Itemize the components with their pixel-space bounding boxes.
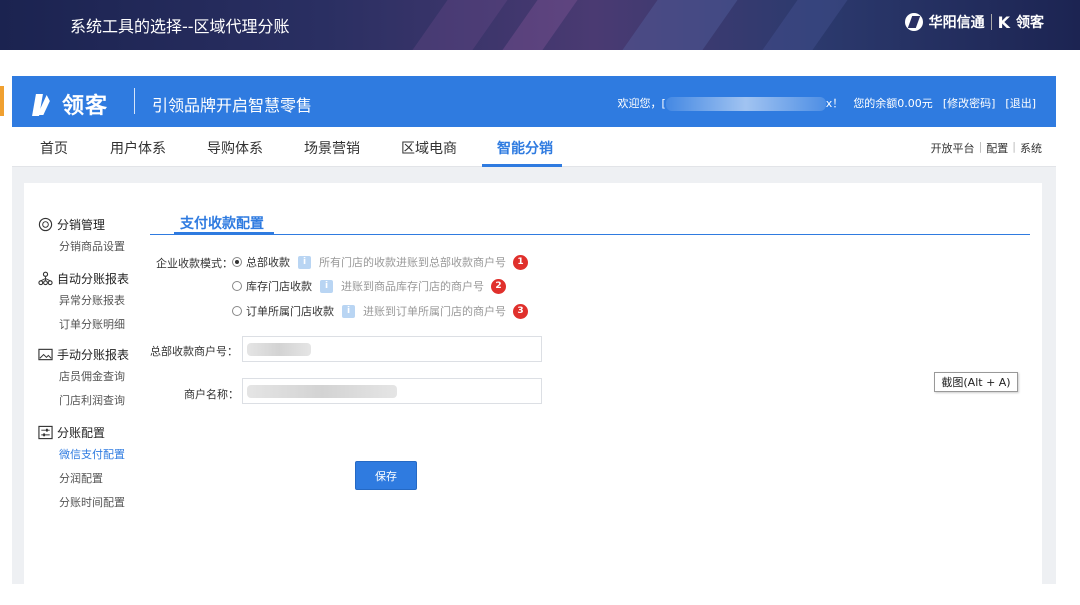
- option-inventory-store-collection[interactable]: 库存门店收款 i 进账到商品库存门店的商户号 2: [232, 278, 506, 294]
- redacted-value: [247, 385, 397, 398]
- user-area: 欢迎您，[ x！ 您的余额0.00元 [修改密码] [退出]: [617, 95, 1036, 111]
- tab-payment-config[interactable]: 支付收款配置: [180, 213, 264, 233]
- system-link[interactable]: 系统: [1020, 140, 1042, 156]
- sidebar-group-label: 手动分账报表: [57, 347, 130, 362]
- slide-banner: 系统工具的选择--区域代理分账 华阳信通 K 领客: [0, 0, 1080, 50]
- sidebar-group-auto-report[interactable]: 自动分账报表: [38, 267, 148, 289]
- banner-decoration: [748, 0, 862, 50]
- content-card: 分销管理 分销商品设置 自动分账报表 异常分账报表 订单分账明细 手动分账报表 …: [24, 183, 1042, 584]
- sidebar-item-split-time-config[interactable]: 分账时间配置: [38, 491, 148, 515]
- banner-logo: 华阳信通 K 领客: [904, 12, 1044, 32]
- tab-active-indicator: [174, 232, 274, 235]
- brand-divider: [134, 88, 135, 114]
- option-label: 总部收款: [246, 256, 290, 269]
- option-hq-collection[interactable]: 总部收款 i 所有门店的收款进账到总部收款商户号 1: [232, 254, 528, 270]
- sidebar-item-profit-share-config[interactable]: 分润配置: [38, 467, 148, 491]
- option-label: 库存门店收款: [246, 280, 312, 293]
- left-accent-bar: [0, 86, 4, 116]
- sidebar-group-manual-report[interactable]: 手动分账报表: [38, 343, 148, 365]
- sidebar-item-store-profit[interactable]: 门店利润查询: [38, 389, 148, 413]
- banner-decoration: [608, 0, 752, 50]
- merchant-id-input[interactable]: [242, 336, 542, 362]
- nav-item-smart-distribution[interactable]: 智能分销: [497, 138, 553, 158]
- number-badge: 2: [491, 278, 506, 294]
- option-order-store-collection[interactable]: 订单所属门店收款 i 进账到订单所属门店的商户号 3: [232, 303, 528, 319]
- image-icon: [38, 348, 53, 360]
- sidebar-group-split-config[interactable]: 分账配置: [38, 421, 148, 443]
- screenshot-tooltip: 截图(Alt + A): [934, 372, 1018, 392]
- huayang-logo-icon: [904, 13, 923, 31]
- welcome-suffix: x！: [825, 97, 844, 110]
- brand-slogan: 引领品牌开启智慧零售: [152, 96, 313, 115]
- open-platform-link[interactable]: 开放平台: [931, 140, 975, 156]
- main-nav: 首页 用户体系 导购体系 场景营销 区域电商 智能分销 开放平台 | 配置 | …: [12, 127, 1056, 167]
- redacted-value: [247, 343, 311, 356]
- balance-text: 您的余额0.00元: [853, 97, 933, 110]
- sliders-icon: [38, 425, 53, 439]
- nav-item-regional-ecommerce[interactable]: 区域电商: [401, 138, 457, 158]
- save-button[interactable]: 保存: [355, 461, 417, 490]
- info-icon: i: [320, 279, 333, 293]
- welcome-prefix: 欢迎您，[: [617, 97, 666, 110]
- nav-item-home[interactable]: 首页: [40, 138, 68, 158]
- sidebar-item-clerk-commission[interactable]: 店员佣金查询: [38, 365, 148, 389]
- tab-divider: [150, 234, 1030, 235]
- welcome-text: 欢迎您，[ x！: [617, 95, 844, 111]
- sidebar-item-abnormal-report[interactable]: 异常分账报表: [38, 289, 148, 313]
- banner-logo-brand: 领客: [1016, 15, 1044, 31]
- change-password-link[interactable]: [修改密码]: [943, 95, 996, 111]
- sidebar-group-label: 分账配置: [57, 425, 106, 440]
- sidebar-item-product-settings[interactable]: 分销商品设置: [38, 235, 148, 259]
- org-tree-icon: [38, 271, 53, 285]
- number-badge: 1: [513, 254, 528, 270]
- nav-item-guide-system[interactable]: 导购体系: [207, 138, 263, 158]
- option-label: 订单所属门店收款: [246, 305, 334, 318]
- logout-link[interactable]: [退出]: [1005, 95, 1036, 111]
- distribution-icon: [38, 217, 53, 231]
- link-divider: |: [1012, 140, 1016, 153]
- nav-active-indicator: [482, 164, 562, 167]
- app-header: 领客 引领品牌开启智慧零售 欢迎您，[ x！ 您的余额0.00元 [修改密码] […: [12, 76, 1056, 127]
- banner-title: 系统工具的选择--区域代理分账: [70, 17, 290, 36]
- radio-inventory-store-collection[interactable]: [232, 281, 242, 291]
- option-description: 进账到订单所属门店的商户号: [363, 305, 506, 318]
- radio-hq-collection[interactable]: [232, 257, 242, 267]
- merchant-name-input[interactable]: [242, 378, 542, 404]
- link-divider: |: [978, 140, 983, 153]
- banner-decoration: [488, 0, 592, 50]
- merchant-name-label: 商户名称：: [184, 388, 239, 401]
- nav-item-scene-marketing[interactable]: 场景营销: [304, 138, 360, 158]
- app-window: 领客 引领品牌开启智慧零售 欢迎您，[ x！ 您的余额0.00元 [修改密码] […: [12, 76, 1056, 584]
- config-link[interactable]: 配置: [986, 140, 1008, 156]
- info-icon: i: [342, 304, 355, 318]
- sidebar-item-order-detail[interactable]: 订单分账明细: [38, 313, 148, 337]
- nav-item-user-system[interactable]: 用户体系: [110, 138, 166, 158]
- sidebar-group-label: 分销管理: [57, 217, 106, 232]
- logo-divider: [990, 14, 992, 30]
- sidebar-item-wechat-pay-config[interactable]: 微信支付配置: [38, 443, 148, 467]
- brand-name: 领客: [62, 94, 109, 119]
- brand-logo[interactable]: 领客: [32, 88, 109, 120]
- banner-decoration: [398, 0, 522, 50]
- option-description: 进账到商品库存门店的商户号: [341, 280, 484, 293]
- collection-mode-label: 企业收款模式：: [156, 257, 233, 270]
- lingke-k-icon: [32, 91, 59, 117]
- radio-order-store-collection[interactable]: [232, 306, 242, 316]
- info-icon: i: [298, 255, 311, 269]
- redacted-username: [665, 97, 826, 111]
- lingke-logo-icon: K: [997, 12, 1010, 32]
- sidebar-group-distribution[interactable]: 分销管理: [38, 213, 148, 235]
- banner-logo-text: 华阳信通: [928, 15, 985, 31]
- nav-right-links: 开放平台 | 配置 | 系统: [931, 140, 1042, 156]
- sidebar-group-label: 自动分账报表: [57, 271, 130, 286]
- number-badge: 3: [513, 303, 528, 319]
- merchant-id-label: 总部收款商户号：: [150, 345, 238, 358]
- option-description: 所有门店的收款进账到总部收款商户号: [319, 256, 506, 269]
- sidebar: 分销管理 分销商品设置 自动分账报表 异常分账报表 订单分账明细 手动分账报表 …: [38, 213, 148, 515]
